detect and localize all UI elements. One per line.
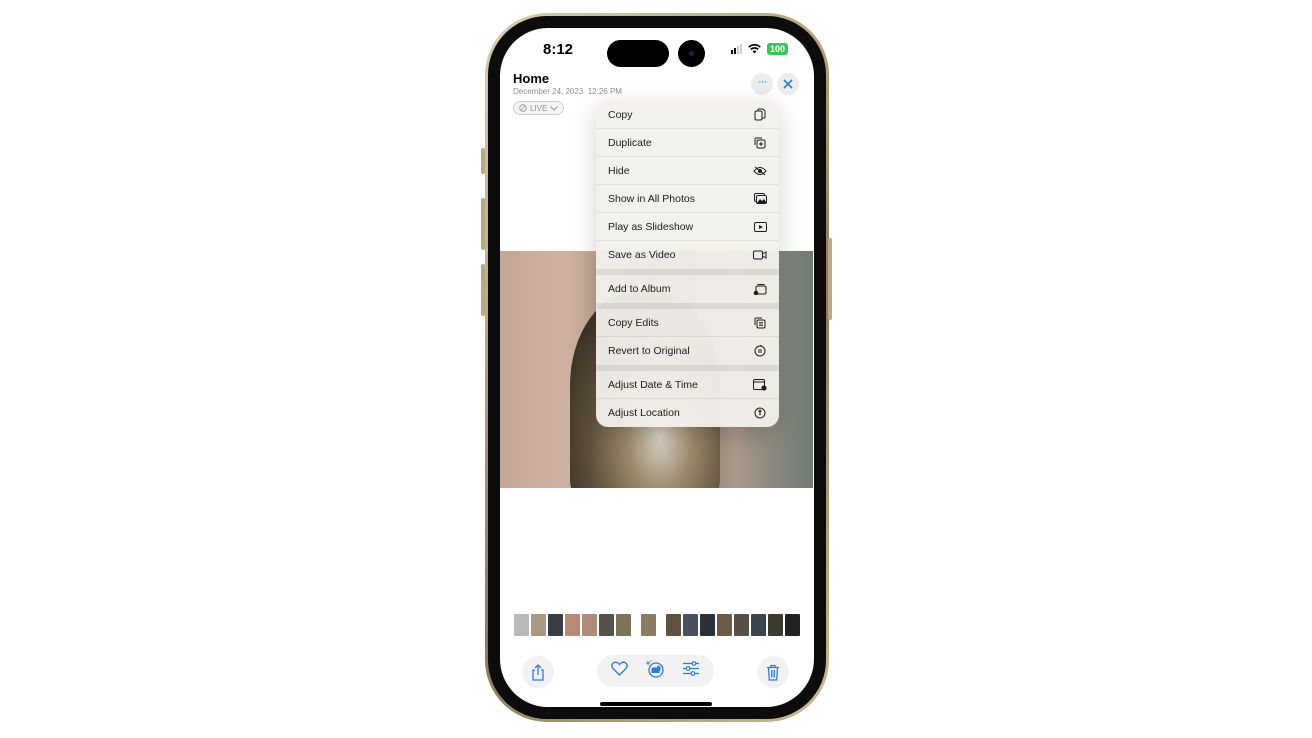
- filmstrip-thumbnail[interactable]: [768, 614, 783, 636]
- menu-item-adjust-location[interactable]: Adjust Location: [596, 399, 779, 427]
- share-icon: [532, 663, 544, 681]
- menu-item-duplicate[interactable]: Duplicate: [596, 129, 779, 157]
- delete-button[interactable]: [757, 656, 789, 688]
- photo-timestamp: December 24, 2023 12:26 PM: [513, 87, 622, 96]
- edit-button[interactable]: [682, 661, 700, 681]
- status-icons: 100: [730, 43, 788, 55]
- filmstrip-thumbnail[interactable]: [582, 614, 597, 636]
- status-time: 8:12: [543, 41, 574, 58]
- ellipsis-icon: ···: [758, 75, 767, 88]
- trash-icon: [767, 664, 779, 681]
- location-info-icon: [753, 406, 767, 420]
- filmstrip-thumbnail[interactable]: [565, 614, 580, 636]
- camera-icon: [678, 40, 705, 67]
- photo-actions-group: [597, 655, 714, 687]
- close-button[interactable]: [777, 73, 799, 95]
- filmstrip-thumbnail[interactable]: [531, 614, 546, 636]
- duplicate-icon: [753, 136, 767, 150]
- live-photo-button[interactable]: LIVE: [513, 101, 565, 115]
- play-rectangle-icon: [753, 220, 767, 234]
- more-button[interactable]: ···: [751, 73, 773, 95]
- menu-item-add-to-album[interactable]: Add to Album: [596, 275, 779, 303]
- filmstrip-thumbnail[interactable]: [734, 614, 749, 636]
- eye-slash-icon: [753, 164, 767, 178]
- heart-icon: [611, 661, 629, 676]
- close-icon: [783, 79, 793, 89]
- filmstrip-thumbnail[interactable]: [616, 614, 631, 636]
- filmstrip-thumbnail[interactable]: [751, 614, 766, 636]
- screen: 8:12 100 Home December 24, 2023 12:26 PM: [500, 28, 814, 707]
- menu-item-play-as-slideshow[interactable]: Play as Slideshow: [596, 213, 779, 241]
- filmstrip-thumbnail[interactable]: [700, 614, 715, 636]
- favorite-button[interactable]: [611, 661, 629, 681]
- cellular-signal-icon: [730, 44, 742, 54]
- live-label: LIVE: [530, 103, 548, 113]
- side-button: [828, 238, 832, 320]
- menu-item-adjust-date-time[interactable]: Adjust Date & Time: [596, 371, 779, 399]
- dynamic-island: [607, 40, 669, 67]
- filmstrip-thumbnail[interactable]: [548, 614, 563, 636]
- video-icon: [753, 248, 767, 262]
- filmstrip-thumbnail[interactable]: [514, 614, 529, 636]
- menu-item-copy-edits[interactable]: Copy Edits: [596, 309, 779, 337]
- volume-up-button: [481, 198, 485, 250]
- filmstrip-thumbnail[interactable]: [641, 614, 656, 636]
- menu-item-save-as-video[interactable]: Save as Video: [596, 241, 779, 269]
- photo-date: December 24, 2023: [513, 87, 584, 96]
- menu-item-show-in-all-photos[interactable]: Show in All Photos: [596, 185, 779, 213]
- add-album-icon: [753, 282, 767, 296]
- menu-item-hide[interactable]: Hide: [596, 157, 779, 185]
- filmstrip-thumbnail[interactable]: [785, 614, 800, 636]
- filmstrip[interactable]: [514, 614, 800, 636]
- chevron-down-icon: [550, 105, 559, 111]
- visual-lookup-button[interactable]: [645, 659, 665, 683]
- home-indicator[interactable]: [600, 702, 712, 706]
- phone-bezel: 8:12 100 Home December 24, 2023 12:26 PM: [488, 16, 826, 719]
- volume-down-button: [481, 264, 485, 316]
- menu-item-revert-to-original[interactable]: Revert to Original: [596, 337, 779, 365]
- revert-icon: [753, 344, 767, 358]
- battery-indicator: 100: [766, 43, 788, 55]
- photo-time: 12:26 PM: [587, 87, 622, 96]
- copy-edits-icon: [753, 316, 767, 330]
- copy-icon: [753, 108, 767, 122]
- menu-item-copy[interactable]: Copy: [596, 101, 779, 129]
- filmstrip-thumbnail[interactable]: [666, 614, 681, 636]
- visual-lookup-pet-icon: [645, 659, 664, 678]
- live-photo-icon: [519, 104, 527, 112]
- sliders-icon: [682, 661, 699, 676]
- filmstrip-thumbnail[interactable]: [683, 614, 698, 636]
- page-title: Home: [513, 71, 550, 86]
- action-button: [481, 148, 485, 174]
- phone-frame: 8:12 100 Home December 24, 2023 12:26 PM: [485, 13, 829, 722]
- filmstrip-thumbnail[interactable]: [599, 614, 614, 636]
- context-menu: Copy Duplicate Hide Show in All Photos P…: [596, 101, 779, 427]
- photos-icon: [753, 192, 767, 206]
- share-button[interactable]: [522, 656, 554, 688]
- wifi-icon: [748, 44, 761, 54]
- calendar-clock-icon: [753, 378, 767, 392]
- filmstrip-thumbnail[interactable]: [717, 614, 732, 636]
